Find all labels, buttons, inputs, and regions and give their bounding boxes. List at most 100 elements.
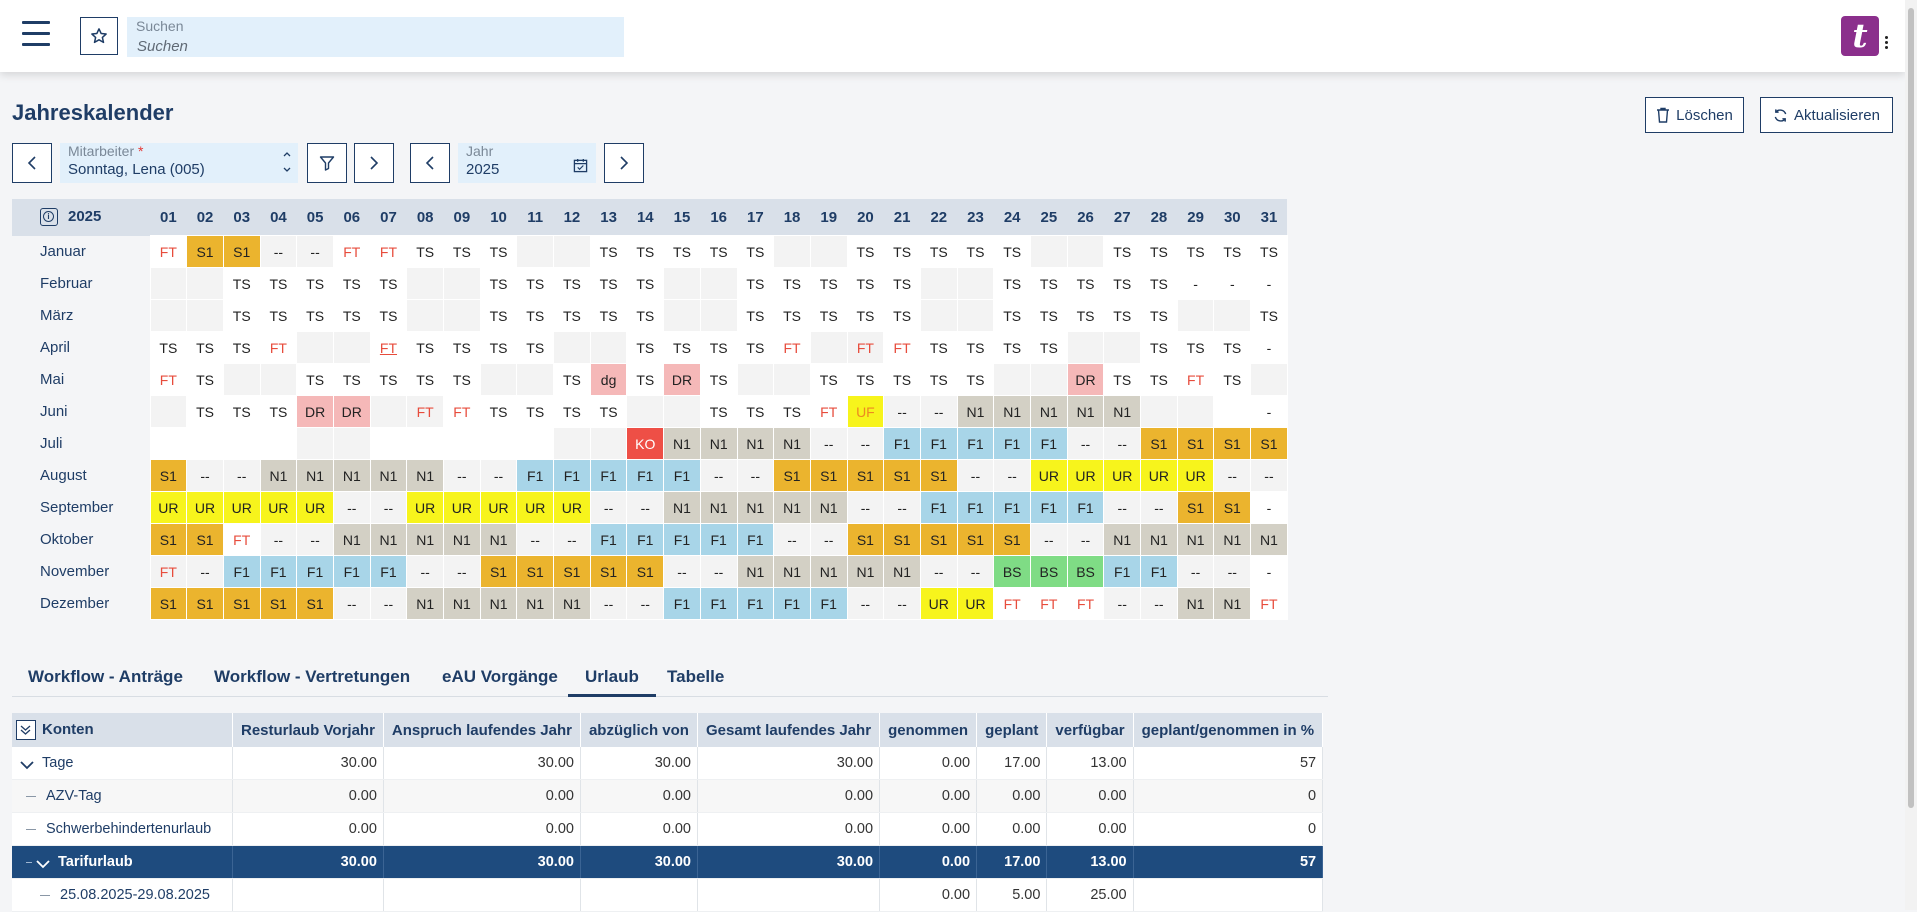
calendar-day-cell[interactable] bbox=[443, 267, 481, 300]
calendar-day-cell[interactable]: TS bbox=[993, 331, 1031, 364]
calendar-day-cell[interactable]: TS bbox=[846, 363, 885, 396]
calendar-day-cell[interactable]: - bbox=[1250, 491, 1288, 524]
calendar-day-cell[interactable]: TS bbox=[553, 267, 591, 300]
calendar-day-cell[interactable]: -- bbox=[406, 555, 444, 588]
calendar-day-cell[interactable]: TS bbox=[809, 267, 848, 300]
calendar-day-cell[interactable]: UR bbox=[479, 491, 518, 524]
calendar-day-cell[interactable]: UR bbox=[222, 491, 261, 524]
calendar-day-cell[interactable] bbox=[406, 299, 444, 332]
calendar-day-cell[interactable]: - bbox=[1250, 395, 1288, 428]
calendar-day-cell[interactable]: N1 bbox=[736, 427, 775, 460]
calendar-day-cell[interactable]: S1 bbox=[479, 555, 518, 588]
calendar-day-cell[interactable]: S1 bbox=[186, 523, 224, 556]
calendar-day-cell[interactable]: F1 bbox=[699, 523, 738, 556]
calendar-day-cell[interactable]: N1 bbox=[1140, 523, 1178, 556]
calendar-day-cell[interactable]: F1 bbox=[993, 491, 1031, 524]
calendar-day-cell[interactable]: BS bbox=[1066, 555, 1105, 588]
calendar-day-cell[interactable] bbox=[369, 395, 408, 428]
calendar-day-cell[interactable]: FT bbox=[1030, 587, 1068, 620]
calendar-day-cell[interactable]: TS bbox=[699, 235, 738, 268]
calendar-day-cell[interactable]: BS bbox=[993, 555, 1031, 588]
column-header-resturlaub[interactable]: Resturlaub Vorjahr bbox=[232, 713, 384, 747]
calendar-day-cell[interactable]: -- bbox=[919, 395, 958, 428]
column-header-anspruch[interactable]: Anspruch laufendes Jahr bbox=[383, 713, 581, 747]
calendar-day-cell[interactable] bbox=[222, 427, 261, 460]
calendar-day-cell[interactable]: F1 bbox=[993, 427, 1031, 460]
calendar-day-cell[interactable]: TS bbox=[443, 331, 481, 364]
expand-chevron-icon[interactable] bbox=[36, 857, 50, 869]
calendar-day-cell[interactable]: F1 bbox=[663, 459, 701, 492]
calendar-day-cell[interactable]: TS bbox=[222, 331, 261, 364]
calendar-day-cell[interactable]: N1 bbox=[699, 491, 738, 524]
calendar-day-cell[interactable]: FT bbox=[773, 331, 811, 364]
calendar-day-cell[interactable]: N1 bbox=[1213, 523, 1252, 556]
calendar-day-cell[interactable]: TS bbox=[1066, 299, 1105, 332]
calendar-day-cell[interactable] bbox=[699, 299, 738, 332]
calendar-day-cell[interactable]: F1 bbox=[736, 523, 775, 556]
calendar-day-cell[interactable]: UR bbox=[296, 491, 334, 524]
calendar-day-cell[interactable] bbox=[1176, 395, 1215, 428]
calendar-day-cell[interactable]: DR bbox=[1066, 363, 1105, 396]
calendar-day-cell[interactable]: TS bbox=[1176, 331, 1215, 364]
calendar-day-cell[interactable]: N1 bbox=[663, 491, 701, 524]
calendar-day-cell[interactable]: UR bbox=[1030, 459, 1068, 492]
previous-year-button[interactable] bbox=[410, 143, 450, 183]
calendar-day-cell[interactable]: FT bbox=[443, 395, 481, 428]
calendar-day-cell[interactable]: TS bbox=[736, 331, 775, 364]
calendar-day-cell[interactable]: F1 bbox=[1103, 555, 1142, 588]
calendar-day-cell[interactable] bbox=[296, 331, 334, 364]
calendar-day-cell[interactable]: TS bbox=[1140, 299, 1178, 332]
calendar-day-cell[interactable] bbox=[663, 395, 701, 428]
calendar-day-cell[interactable] bbox=[993, 363, 1031, 396]
calendar-day-cell[interactable]: N1 bbox=[1066, 395, 1105, 428]
calendar-day-cell[interactable]: TS bbox=[919, 235, 958, 268]
calendar-day-cell[interactable]: -- bbox=[846, 491, 885, 524]
calendar-day-cell[interactable]: TS bbox=[1103, 299, 1142, 332]
calendar-day-cell[interactable]: S1 bbox=[1250, 427, 1288, 460]
calendar-day-cell[interactable]: F1 bbox=[919, 491, 958, 524]
calendar-day-cell[interactable]: TS bbox=[516, 395, 555, 428]
calendar-day-cell[interactable]: S1 bbox=[956, 523, 995, 556]
column-header-konten[interactable]: Konten bbox=[12, 713, 233, 747]
calendar-day-cell[interactable]: N1 bbox=[1213, 587, 1252, 620]
calendar-day-cell[interactable]: N1 bbox=[406, 587, 444, 620]
calendar-day-cell[interactable]: S1 bbox=[846, 523, 885, 556]
refresh-button[interactable]: Aktualisieren bbox=[1760, 97, 1893, 133]
calendar-day-cell[interactable]: TS bbox=[1140, 363, 1178, 396]
calendar-day-cell[interactable] bbox=[1066, 235, 1105, 268]
calendar-day-cell[interactable]: N1 bbox=[736, 491, 775, 524]
calendar-day-cell[interactable]: TS bbox=[332, 299, 371, 332]
calendar-day-cell[interactable] bbox=[1176, 299, 1215, 332]
calendar-day-cell[interactable]: TS bbox=[736, 267, 775, 300]
calendar-day-cell[interactable]: TS bbox=[626, 299, 665, 332]
calendar-day-cell[interactable]: -- bbox=[846, 427, 885, 460]
calendar-day-cell[interactable]: FT bbox=[1066, 587, 1105, 620]
calendar-day-cell[interactable]: F1 bbox=[919, 427, 958, 460]
calendar-day-cell[interactable]: TS bbox=[186, 395, 224, 428]
calendar-day-cell[interactable]: TS bbox=[699, 331, 738, 364]
calendar-day-cell[interactable] bbox=[1103, 331, 1142, 364]
calendar-day-cell[interactable]: -- bbox=[699, 459, 738, 492]
calendar-day-cell[interactable]: -- bbox=[883, 491, 921, 524]
column-header-gesamt[interactable]: Gesamt laufendes Jahr bbox=[697, 713, 881, 747]
calendar-day-cell[interactable]: FT bbox=[222, 523, 261, 556]
calendar-day-cell[interactable]: F1 bbox=[699, 587, 738, 620]
calendar-day-cell[interactable]: TS bbox=[626, 331, 665, 364]
calendar-day-cell[interactable]: TS bbox=[736, 299, 775, 332]
calendar-day-cell[interactable]: -- bbox=[1213, 555, 1252, 588]
calendar-day-cell[interactable]: FT bbox=[406, 395, 444, 428]
calendar-day-cell[interactable]: TS bbox=[296, 299, 334, 332]
calendar-day-cell[interactable] bbox=[149, 427, 188, 460]
calendar-day-cell[interactable] bbox=[736, 363, 775, 396]
calendar-day-cell[interactable]: N1 bbox=[1103, 395, 1142, 428]
calendar-day-cell[interactable]: -- bbox=[1103, 427, 1142, 460]
calendar-day-cell[interactable]: TS bbox=[369, 299, 408, 332]
calendar-day-cell[interactable]: -- bbox=[699, 555, 738, 588]
calendar-day-cell[interactable]: F1 bbox=[736, 587, 775, 620]
calendar-day-cell[interactable]: F1 bbox=[222, 555, 261, 588]
calendar-day-cell[interactable]: UR bbox=[919, 587, 958, 620]
calendar-day-cell[interactable]: FT bbox=[993, 587, 1031, 620]
calendar-day-cell[interactable]: TS bbox=[773, 395, 811, 428]
calendar-day-cell[interactable] bbox=[332, 331, 371, 364]
calendar-day-cell[interactable]: TS bbox=[1103, 363, 1142, 396]
